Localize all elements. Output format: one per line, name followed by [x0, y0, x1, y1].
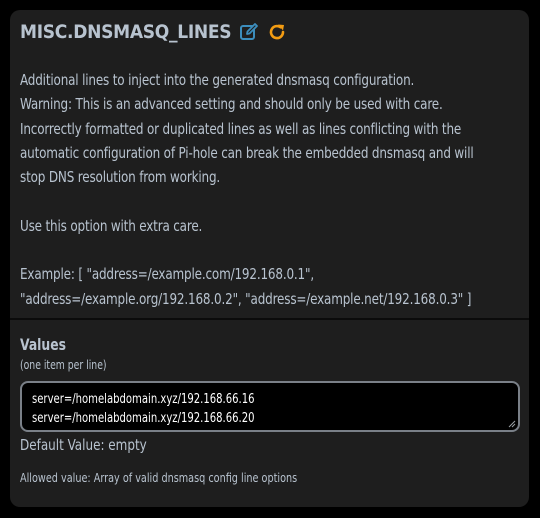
default-value: Default Value: empty — [20, 436, 147, 454]
textarea-line: server=/homelabdomain.xyz/192.168.66.16 — [32, 392, 255, 407]
edit-icon[interactable] — [239, 22, 259, 42]
description-line: Additional lines to inject into the gene… — [20, 71, 415, 89]
example-line: Example: [ "address=/example.com/192.168… — [20, 265, 314, 284]
setting-header: MISC.DNSMASQ_LINES Additional lines to i… — [10, 10, 529, 320]
example-line: "address=/example.org/192.168.0.2", "add… — [20, 289, 472, 308]
care-note: Use this option with extra care. — [20, 216, 203, 235]
values-textarea[interactable]: server=/homelabdomain.xyz/192.168.66.16 … — [20, 381, 520, 432]
setting-card: MISC.DNSMASQ_LINES Additional lines to i… — [10, 10, 529, 507]
description-line: automatic configuration of Pi-hole can b… — [20, 143, 474, 162]
values-label: Values — [20, 335, 67, 354]
textarea-line: server=/homelabdomain.xyz/192.168.66.20 — [32, 411, 255, 426]
resize-handle-icon[interactable] — [508, 420, 516, 428]
allowed-value: Allowed value: Array of valid dnsmasq co… — [20, 470, 298, 485]
description-line: stop DNS resolution from working. — [20, 168, 221, 187]
setting-title: MISC.DNSMASQ_LINES — [20, 21, 232, 43]
refresh-icon[interactable] — [267, 22, 287, 42]
setting-description: Additional lines to inject into the gene… — [20, 68, 474, 311]
description-line: Warning: This is an advanced setting and… — [20, 95, 443, 114]
description-line: Incorrectly formatted or duplicated line… — [20, 119, 462, 138]
title-row: MISC.DNSMASQ_LINES — [20, 21, 287, 43]
values-hint: (one item per line) — [20, 358, 107, 372]
